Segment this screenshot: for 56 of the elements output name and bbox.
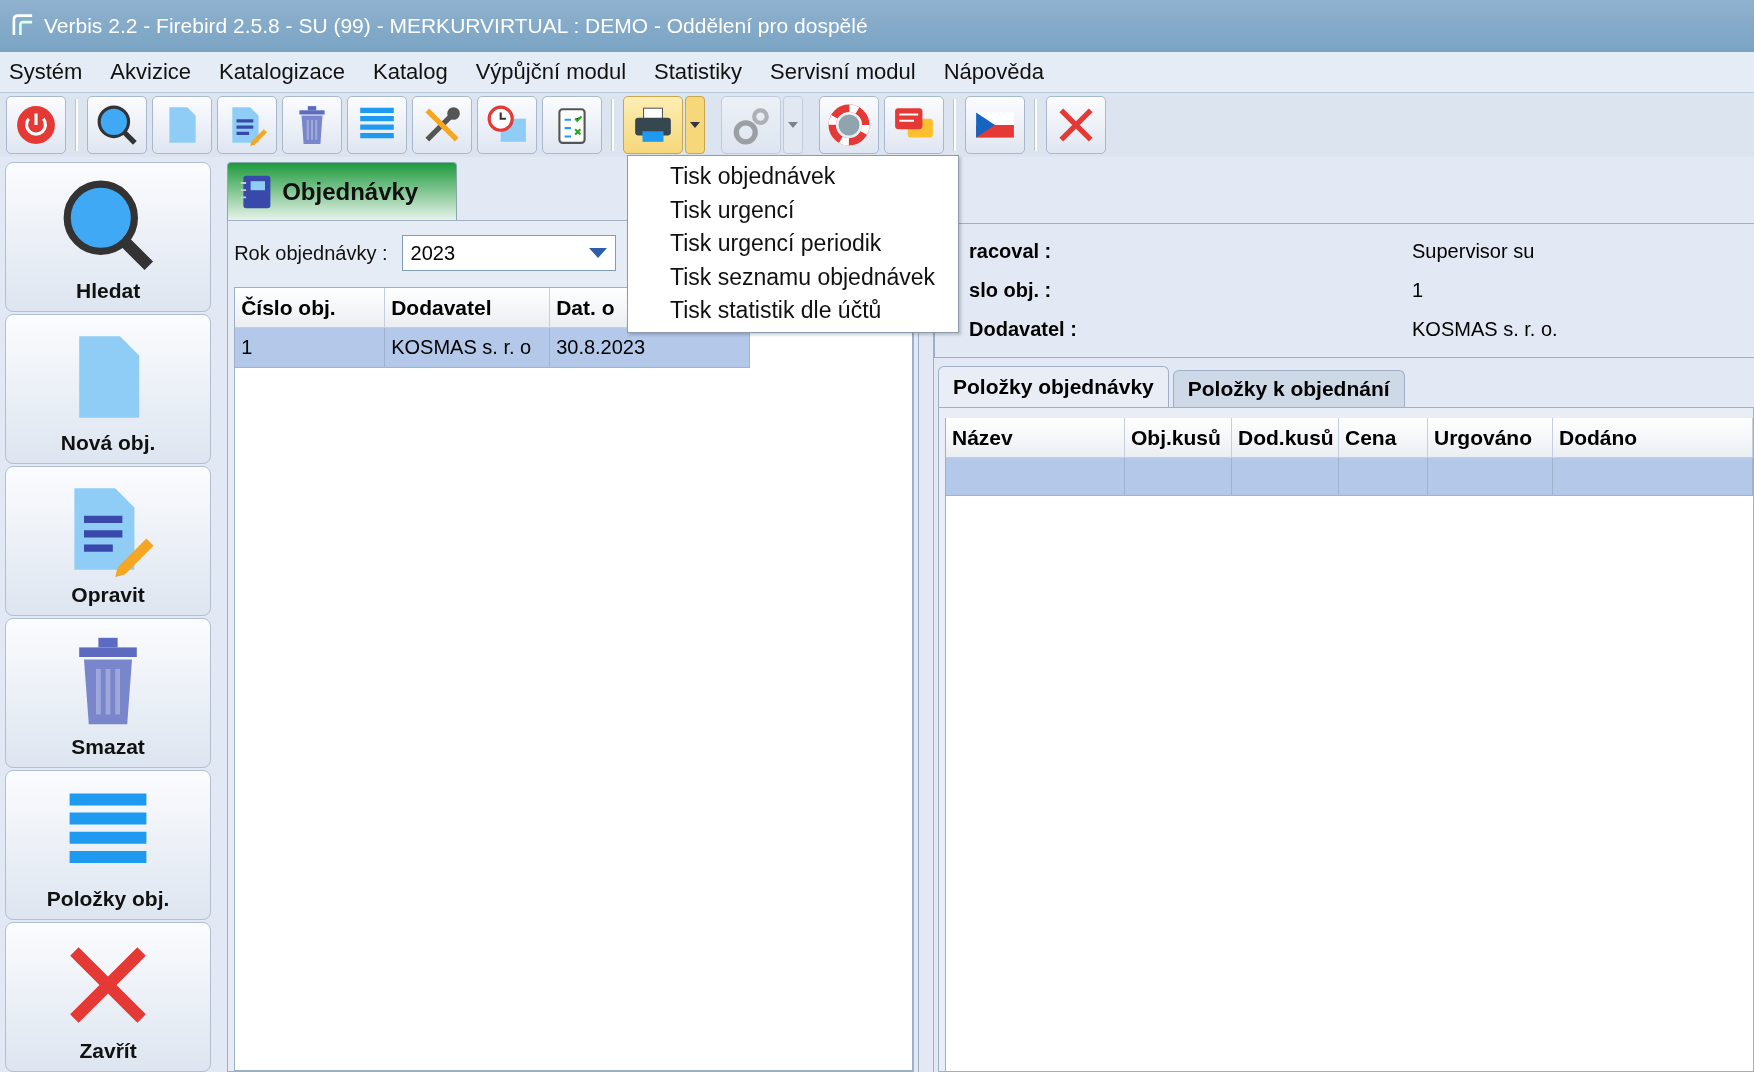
table-cell: 30.8.2023 <box>550 328 751 368</box>
delete-button[interactable]: Smazat <box>5 618 212 768</box>
column-header[interactable]: Dodavatel <box>385 288 551 328</box>
column-header[interactable]: Název <box>946 418 1125 458</box>
search-icon <box>96 104 138 146</box>
menu-item[interactable]: Statistiky <box>654 59 743 85</box>
menu-item[interactable]: Výpůjční modul <box>475 59 627 85</box>
menu-item[interactable]: Katalog <box>373 59 448 85</box>
menu-item[interactable]: Akvizice <box>110 59 192 85</box>
toolbar-button[interactable] <box>217 96 277 154</box>
field-value: Supervisor su <box>1412 240 1536 263</box>
table-cell: 1 <box>235 328 386 368</box>
field-label: slo obj. : <box>969 279 1053 302</box>
caret-icon <box>588 248 607 258</box>
orders-tab[interactable]: Objednávky <box>227 162 458 220</box>
search-button[interactable]: Hledat <box>5 162 212 312</box>
window-title: Verbis 2.2 - Firebird 2.5.8 - SU (99) - MERKURVIRTUAL : DEMO - Oddělení pro dospělé <box>44 14 868 38</box>
menu-item[interactable]: Servisní modul <box>770 59 916 85</box>
menu-item[interactable]: Tisk urgencí periodik <box>628 227 958 261</box>
column-header[interactable]: Dod.kusů <box>1232 418 1339 458</box>
lifebuoy-icon <box>828 104 870 146</box>
column-header[interactable]: Obj.kusů <box>1125 418 1232 458</box>
menu-item[interactable]: Nápověda <box>943 59 1044 85</box>
toolbar-button[interactable] <box>412 96 472 154</box>
field-value: 1 <box>1412 279 1425 302</box>
menu-item[interactable]: Tisk statistik dle účtů <box>628 294 958 328</box>
caret-icon <box>690 122 700 128</box>
caret-icon <box>788 122 798 128</box>
dropdown-arrow-button[interactable] <box>685 96 705 154</box>
column-header[interactable]: Číslo obj. <box>235 288 386 328</box>
field-value: KOSMAS s. r. o. <box>1412 318 1559 341</box>
menu-item[interactable]: Tisk seznamu objednávek <box>628 260 958 294</box>
menu-item[interactable]: Katalogizace <box>219 59 346 85</box>
new-order-button[interactable]: Nová obj. <box>5 314 212 464</box>
field-label: Dodavatel : <box>969 318 1078 341</box>
tab-label: Objednávky <box>282 177 419 206</box>
toolbar-button[interactable] <box>87 96 147 154</box>
toolbar-button[interactable] <box>965 96 1025 154</box>
field-label: Rok objednávky : <box>234 241 388 265</box>
menu-item[interactable]: Tisk urgencí <box>628 193 958 227</box>
order-items-button[interactable]: Položky obj. <box>5 770 212 920</box>
tab[interactable]: Položky k objednání <box>1172 370 1405 407</box>
tab[interactable]: Položky objednávky <box>938 366 1169 407</box>
close-button[interactable]: Zavřít <box>5 922 212 1072</box>
field-label: racoval : <box>969 240 1053 263</box>
year-combo-box[interactable]: 2023 <box>401 235 616 271</box>
menu-item[interactable]: Tisk objednávek <box>628 160 958 194</box>
edit-button[interactable]: Opravit <box>5 466 212 616</box>
toolbar-button[interactable] <box>542 96 602 154</box>
menu-item[interactable]: Systém <box>9 59 83 85</box>
column-header[interactable]: Dodáno <box>1553 418 1753 458</box>
table-cell: KOSMAS s. r. o <box>385 328 551 368</box>
column-header[interactable]: Urgováno <box>1428 418 1553 458</box>
toolbar-button[interactable] <box>623 96 683 154</box>
power-icon <box>15 104 57 146</box>
column-header[interactable]: Cena <box>1339 418 1428 458</box>
